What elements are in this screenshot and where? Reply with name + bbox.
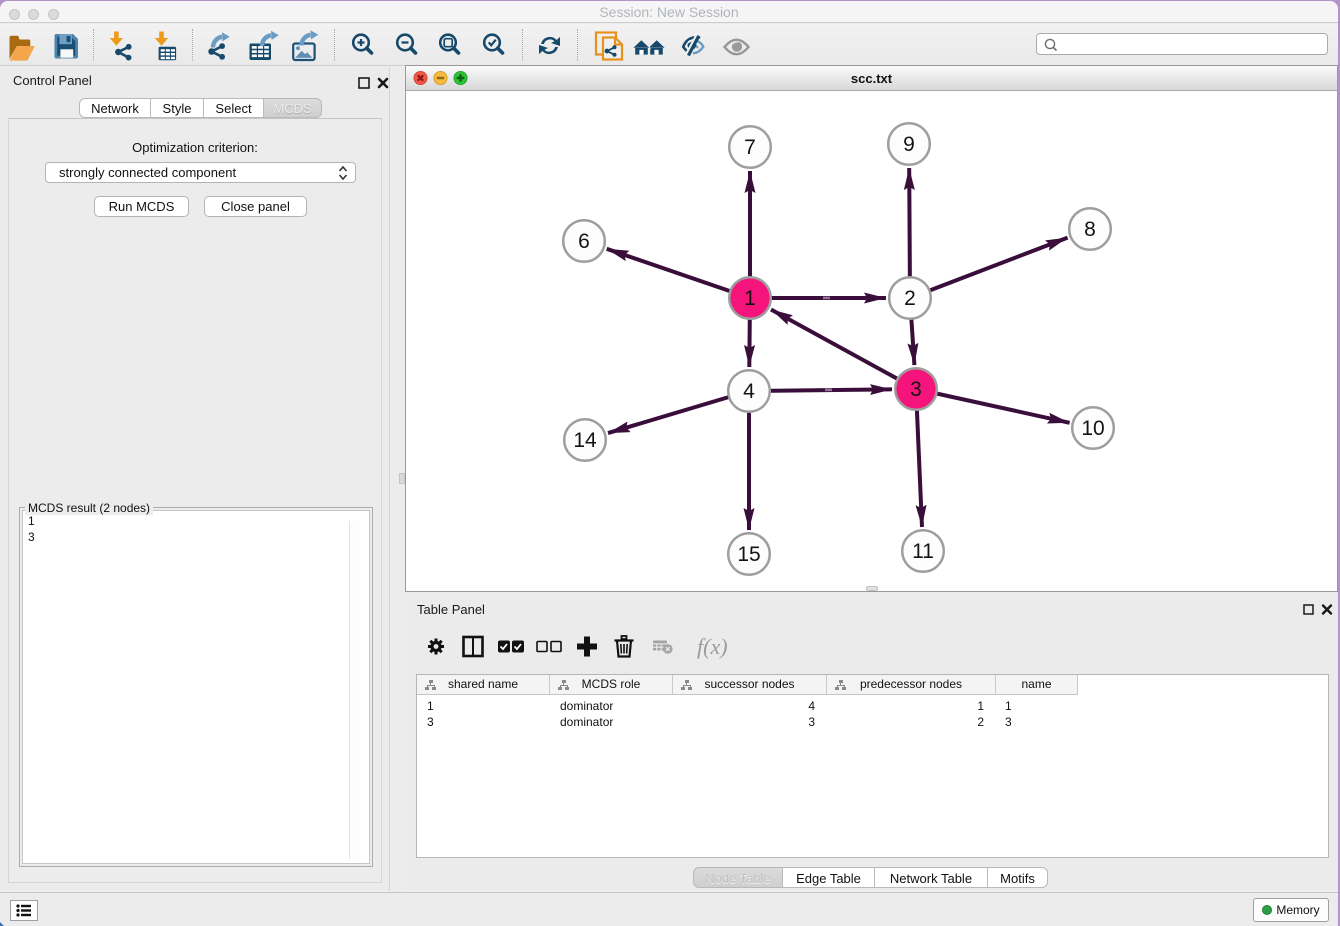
svg-text:9: 9 xyxy=(903,133,915,156)
svg-text:8: 8 xyxy=(1084,218,1096,241)
svg-text:14: 14 xyxy=(573,429,597,452)
svg-text:f(x): f(x) xyxy=(697,634,728,659)
svg-text:7: 7 xyxy=(744,136,756,159)
svg-text:11: 11 xyxy=(912,540,934,563)
svg-text:1: 1 xyxy=(744,287,756,310)
svg-text:10: 10 xyxy=(1081,417,1104,440)
svg-text:2: 2 xyxy=(904,287,916,310)
svg-text:3: 3 xyxy=(910,378,922,401)
svg-text:6: 6 xyxy=(578,230,590,253)
svg-text:15: 15 xyxy=(737,543,760,566)
svg-text:4: 4 xyxy=(743,380,755,403)
